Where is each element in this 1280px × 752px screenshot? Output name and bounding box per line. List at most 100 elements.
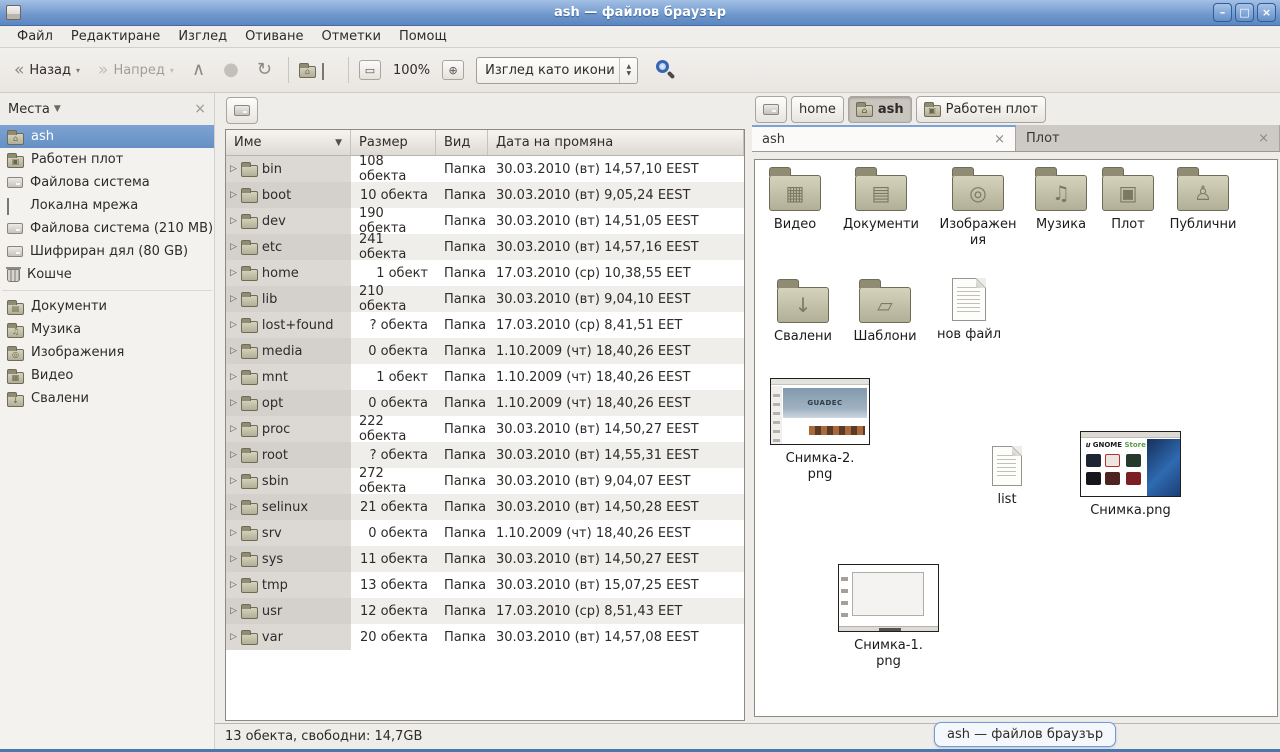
expander-icon[interactable]: ▷ [230,242,237,252]
expander-icon[interactable]: ▷ [230,424,237,434]
reload-button[interactable]: ↻ [251,58,278,82]
table-row[interactable]: ▷var20 обектаПапка30.03.2010 (вт) 14,57,… [226,624,744,650]
sidebar-title[interactable]: Места [8,102,50,117]
sidebar-item[interactable]: Кошче [0,263,214,286]
menu-item-3[interactable]: Изглед [169,27,236,46]
minimize-button[interactable]: – [1213,3,1232,22]
column-header[interactable]: Име▼ [226,130,351,155]
menu-item-1[interactable]: Файл [8,27,62,46]
expander-icon[interactable]: ▷ [230,632,237,642]
sidebar-item[interactable]: Локална мрежа [0,194,214,217]
table-row[interactable]: ▷selinux21 обектаПапка30.03.2010 (вт) 14… [226,494,744,520]
table-row[interactable]: ▷usr12 обектаПапка17.03.2010 (ср) 8,51,4… [226,598,744,624]
expander-icon[interactable]: ▷ [230,502,237,512]
search-button[interactable] [654,58,678,82]
expander-icon[interactable]: ▷ [230,476,237,486]
table-row[interactable]: ▷sys11 обектаПапка30.03.2010 (вт) 14,50,… [226,546,744,572]
table-row[interactable]: ▷home1 обектПапка17.03.2010 (ср) 10,38,5… [226,260,744,286]
icon-item[interactable]: list [975,446,1039,508]
table-row[interactable]: ▷bin108 обектаПапка30.03.2010 (вт) 14,57… [226,156,744,182]
maximize-button[interactable]: □ [1235,3,1254,22]
icon-item[interactable]: ▤Документи [841,166,921,233]
icon-item[interactable]: 𝒖 GNOME StoreСнимка.png [1079,431,1182,519]
path-button-root[interactable] [226,97,258,124]
icon-item[interactable]: нов файл [931,278,1007,343]
expander-icon[interactable]: ▷ [230,268,237,278]
sidebar-item[interactable]: ⌂ash [0,125,214,148]
expander-icon[interactable]: ▷ [230,164,237,174]
close-button[interactable]: × [1257,3,1276,22]
expander-icon[interactable]: ▷ [230,528,237,538]
tab-close-icon[interactable]: × [994,132,1005,147]
path-button[interactable]: home [791,96,844,123]
icon-item[interactable]: ↓Свалени [767,278,839,345]
sidebar-item[interactable]: Файлова система [0,171,214,194]
icon-item[interactable]: ▣Плот [1093,166,1163,233]
table-row[interactable]: ▷root? обектаПапка30.03.2010 (вт) 14,55,… [226,442,744,468]
icon-item[interactable]: Снимка-1. png [837,564,940,671]
column-header[interactable]: Размер [351,130,436,155]
sidebar-item[interactable]: ♫Музика [0,318,214,341]
column-header[interactable]: Вид [436,130,488,155]
tab-close-icon[interactable]: × [1258,131,1269,146]
path-button[interactable]: ▣Работен плот [916,96,1046,123]
back-button[interactable]: « Назад ▾ [8,58,86,83]
chevron-down-icon[interactable]: ▼ [54,104,61,114]
expander-icon[interactable]: ▷ [230,320,237,330]
path-button[interactable] [755,96,787,123]
sidebar-item[interactable]: ▣Работен плот [0,148,214,171]
menu-item-6[interactable]: Помощ [390,27,456,46]
expander-icon[interactable]: ▷ [230,450,237,460]
table-row[interactable]: ▷dev190 обектаПапка30.03.2010 (вт) 14,51… [226,208,744,234]
tab-Плот[interactable]: Плот× [1016,125,1280,151]
table-row[interactable]: ▷tmp13 обектаПапка30.03.2010 (вт) 15,07,… [226,572,744,598]
icon-item[interactable]: GUADECСнимка-2. png [769,378,871,484]
sidebar-item[interactable]: ↓Свалени [0,387,214,410]
path-button[interactable]: ⌂ash [848,96,912,123]
sidebar-close-icon[interactable]: × [194,101,206,117]
icon-item[interactable]: ◎Изображен ия [937,166,1019,250]
sidebar-item[interactable]: ▦Видео [0,364,214,387]
expander-icon[interactable]: ▷ [230,216,237,226]
icon-view[interactable]: ▦Видео▤Документи◎Изображен ия♫Музика▣Пло… [754,159,1278,717]
expander-icon[interactable]: ▷ [230,372,237,382]
home-button[interactable]: ⌂ [299,62,316,78]
icon-item[interactable]: ▦Видео [760,166,830,233]
menu-item-4[interactable]: Отиване [236,27,312,46]
forward-dropdown-icon[interactable]: ▾ [170,66,174,75]
sidebar-item[interactable]: ▤Документи [0,295,214,318]
table-row[interactable]: ▷proc222 обектаПапка30.03.2010 (вт) 14,5… [226,416,744,442]
sidebar-item[interactable]: Шифриран дял (80 GB) [0,240,214,263]
icon-item[interactable]: ♫Музика [1023,166,1099,233]
table-row[interactable]: ▷srv0 обектаПапка1.10.2009 (чт) 18,40,26… [226,520,744,546]
expander-icon[interactable]: ▷ [230,554,237,564]
icon-item[interactable]: ♙Публични [1163,166,1243,233]
table-row[interactable]: ▷sbin272 обектаПапка30.03.2010 (вт) 9,04… [226,468,744,494]
table-row[interactable]: ▷lib210 обектаПапка30.03.2010 (вт) 9,04,… [226,286,744,312]
column-header[interactable]: Дата на промяна [488,130,744,155]
table-row[interactable]: ▷mnt1 обектПапка1.10.2009 (чт) 18,40,26 … [226,364,744,390]
menu-item-2[interactable]: Редактиране [62,27,169,46]
zoom-in-button[interactable]: ⊕ [442,60,464,80]
expander-icon[interactable]: ▷ [230,190,237,200]
tab-ash[interactable]: ash× [752,125,1016,151]
stop-button[interactable]: ● [217,58,245,82]
computer-button[interactable] [322,64,338,77]
table-row[interactable]: ▷boot10 обектаПапка30.03.2010 (вт) 9,05,… [226,182,744,208]
table-row[interactable]: ▷media0 обектаПапка1.10.2009 (чт) 18,40,… [226,338,744,364]
expander-icon[interactable]: ▷ [230,606,237,616]
view-mode-select[interactable]: Изглед като икони ▲▼ [476,57,638,84]
zoom-out-button[interactable]: ▭ [359,60,381,80]
expander-icon[interactable]: ▷ [230,346,237,356]
expander-icon[interactable]: ▷ [230,398,237,408]
forward-button[interactable]: » Напред ▾ [92,58,180,83]
icon-item[interactable]: ▱Шаблони [847,278,923,345]
back-dropdown-icon[interactable]: ▾ [76,66,80,75]
table-row[interactable]: ▷lost+found? обектаПапка17.03.2010 (ср) … [226,312,744,338]
table-row[interactable]: ▷opt0 обектаПапка1.10.2009 (чт) 18,40,26… [226,390,744,416]
sidebar-item[interactable]: ◎Изображения [0,341,214,364]
expander-icon[interactable]: ▷ [230,294,237,304]
up-button[interactable]: ∧ [186,58,211,82]
expander-icon[interactable]: ▷ [230,580,237,590]
menu-item-5[interactable]: Отметки [312,27,389,46]
